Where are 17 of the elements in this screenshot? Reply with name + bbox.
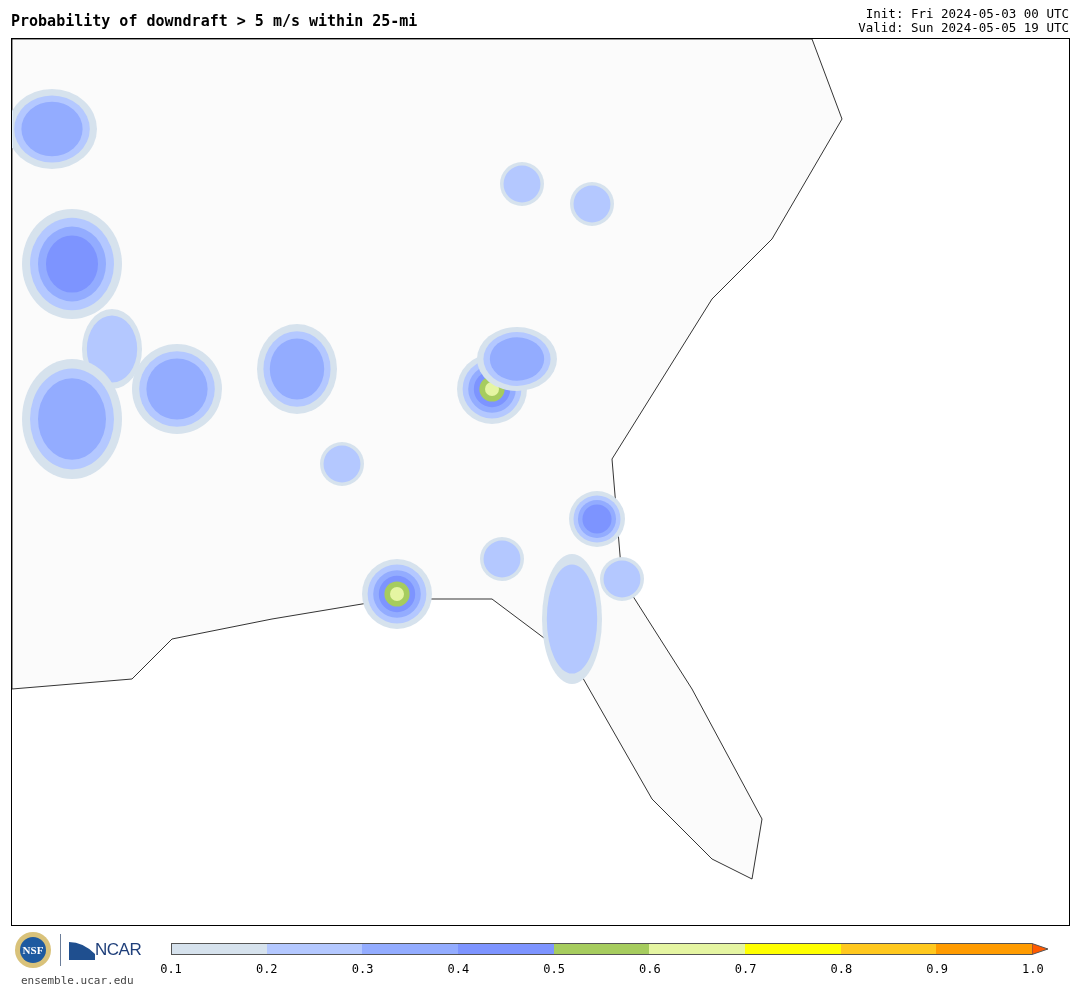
seal-logo: NSF <box>14 931 52 969</box>
tick-label: 0.9 <box>925 961 949 978</box>
tick-label: 0.8 <box>829 961 854 978</box>
tick-label: 0.6 <box>638 961 662 978</box>
tick-label: 0.3 <box>350 961 375 978</box>
tick-label: 1.0 <box>1021 961 1045 978</box>
tick-label: 0.4 <box>446 961 471 978</box>
chart-title: Probability of downdraft > 5 m/s within 25-mi <box>11 14 418 32</box>
tick-label: 0.1 <box>159 961 183 978</box>
run-time-label: Valid: Sun 2024-05-05 19 UTC <box>858 21 1069 35</box>
logo-text: NCAR <box>95 939 142 962</box>
swoosh-logo-icon <box>69 940 95 960</box>
tick-label: 0.7 <box>733 961 758 978</box>
run-time-label: Init: Fri 2024-05-03 00 UTC <box>864 7 1069 21</box>
tick-label: 0.5 <box>542 961 566 978</box>
site-address: ensemble.ucar.edu <box>21 973 135 988</box>
tick-label: 0.2 <box>254 961 279 978</box>
